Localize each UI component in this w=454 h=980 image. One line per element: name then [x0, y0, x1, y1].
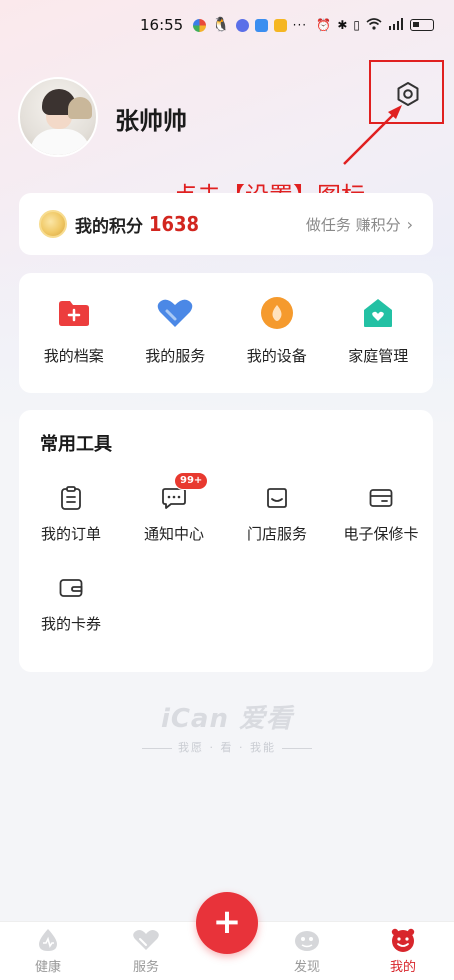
- cellular-signal-icon: [388, 17, 404, 33]
- tab-service[interactable]: 服务: [111, 926, 181, 975]
- notification-badge: 99+: [174, 472, 209, 490]
- tool-notification-center[interactable]: 99+ 通知中心: [124, 472, 224, 544]
- device-icon: [259, 295, 295, 331]
- center-add-button[interactable]: +: [196, 892, 258, 954]
- card-icon: [368, 485, 394, 511]
- battery-icon: [410, 19, 434, 31]
- app-notification-icon: [193, 18, 207, 32]
- quick-action-service[interactable]: 我的服务: [125, 273, 225, 393]
- service-heart-icon: [132, 926, 160, 954]
- quick-action-label: 我的档案: [43, 347, 104, 365]
- tools-card: 常用工具 我的订单 99+ 通知中心 门店服务 电子保修卡 我的卡券: [19, 410, 433, 672]
- wifi-icon: [366, 17, 382, 33]
- tool-label: 门店服务: [246, 525, 307, 543]
- quick-actions-card: 我的档案 我的服务 我的设备 家庭管理: [19, 273, 433, 393]
- tab-discover[interactable]: 发现: [272, 926, 342, 975]
- tool-label: 我的卡券: [40, 615, 101, 633]
- brand-slogan: 我愿 · 看 · 我能: [178, 741, 276, 754]
- health-drop-icon: [34, 926, 62, 954]
- mine-face-icon: [389, 926, 417, 954]
- store-icon: [264, 485, 290, 511]
- tab-health[interactable]: 健康: [13, 926, 83, 975]
- points-card[interactable]: 我的积分 1638 做任务 赚积分 ›: [19, 193, 433, 255]
- more-notifications-icon: ···: [292, 18, 308, 32]
- settings-hexagon-icon: [397, 82, 419, 106]
- status-left: 16:55 🐧 ···: [140, 16, 307, 34]
- plus-icon: +: [212, 901, 242, 942]
- alarm-icon: ⏰: [316, 18, 332, 32]
- avatar[interactable]: [18, 77, 98, 157]
- qq-notification-icon: 🐧: [212, 17, 230, 33]
- status-right: ⏰ ✱ ▯: [316, 17, 434, 33]
- chevron-right-icon: ›: [406, 214, 413, 234]
- brand-watermark: iCan 爱看 我愿 · 看 · 我能: [0, 698, 454, 755]
- order-icon: [58, 485, 84, 511]
- tool-label: 电子保修卡: [343, 525, 419, 543]
- points-label: 我的积分: [75, 216, 143, 237]
- tools-title: 常用工具: [40, 434, 112, 455]
- vibrate-icon: ▯: [353, 18, 360, 32]
- quick-action-label: 我的设备: [246, 347, 307, 365]
- tool-my-coupons[interactable]: 我的卡券: [21, 575, 121, 634]
- heart-service-icon: [157, 295, 193, 331]
- quick-action-archive[interactable]: 我的档案: [24, 273, 124, 393]
- file-notification-icon: [273, 18, 287, 32]
- tool-label: 我的订单: [40, 525, 101, 543]
- quick-action-device[interactable]: 我的设备: [227, 273, 327, 393]
- tool-warranty-card[interactable]: 电子保修卡: [331, 485, 431, 544]
- quick-action-label: 我的服务: [145, 347, 206, 365]
- wallet-icon: [58, 575, 84, 601]
- folder-plus-icon: [56, 295, 92, 331]
- tab-label: 服务: [132, 960, 159, 975]
- browser-notification-icon: [235, 18, 249, 32]
- message-icon: 99+: [161, 472, 209, 511]
- tab-mine[interactable]: 我的: [368, 926, 438, 975]
- tool-store-service[interactable]: 门店服务: [227, 485, 327, 544]
- home-heart-icon: [360, 295, 396, 331]
- brand-slogan-row: 我愿 · 看 · 我能: [0, 739, 454, 755]
- status-bar: 16:55 🐧 ··· ⏰ ✱ ▯: [0, 0, 454, 50]
- brand-name: iCan 爱看: [160, 704, 294, 734]
- user-name[interactable]: 张帅帅: [115, 101, 187, 136]
- tool-my-orders[interactable]: 我的订单: [21, 485, 121, 544]
- coin-icon: [39, 210, 67, 238]
- status-time: 16:55: [140, 16, 184, 34]
- quick-action-label: 家庭管理: [348, 347, 409, 365]
- tab-label: 发现: [293, 960, 320, 975]
- tab-label: 健康: [34, 960, 61, 975]
- settings-button[interactable]: [393, 79, 423, 109]
- tab-label: 我的: [389, 960, 416, 975]
- quick-action-family[interactable]: 家庭管理: [328, 273, 428, 393]
- cloud-notification-icon: [254, 18, 268, 32]
- bluetooth-icon: ✱: [337, 18, 348, 32]
- tool-label: 通知中心: [143, 525, 204, 543]
- points-value: 1638: [149, 212, 200, 236]
- points-task-link[interactable]: 做任务 赚积分: [306, 214, 401, 235]
- discover-icon: [293, 926, 321, 954]
